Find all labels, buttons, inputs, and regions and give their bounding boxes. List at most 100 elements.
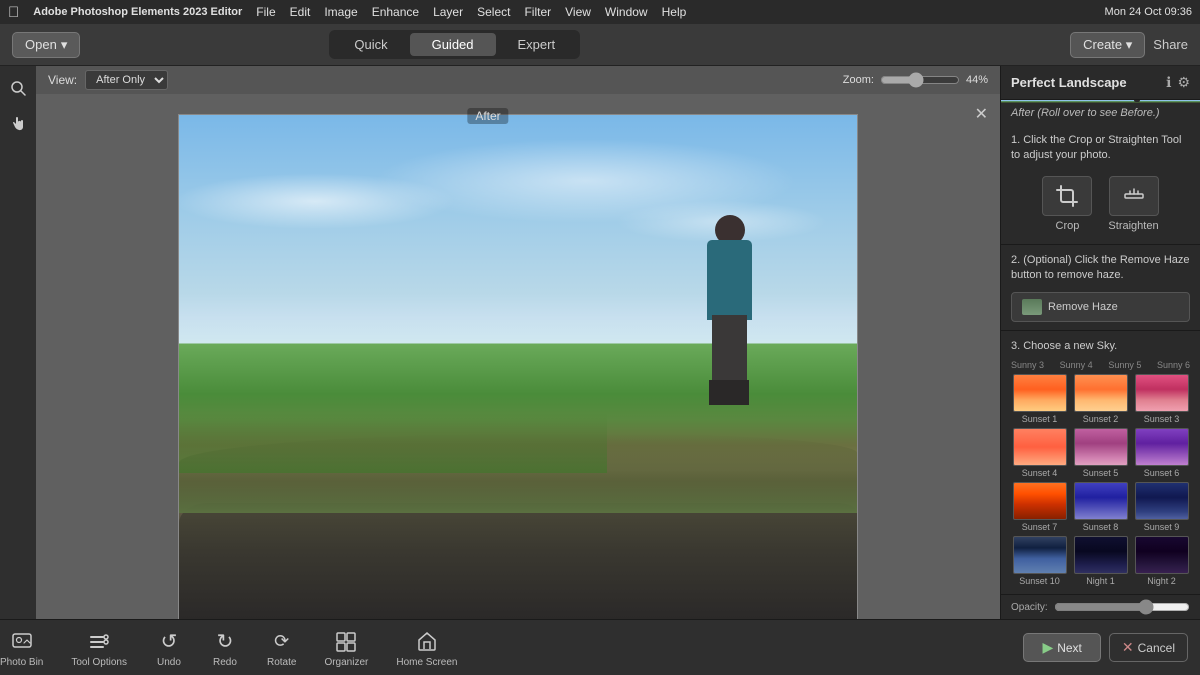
- person-legs: [709, 380, 749, 405]
- sky-grid: Sunset 1 Sunset 2 Sunset 3 Sunset 4 Suns…: [1011, 374, 1190, 586]
- toolbar: Open ▾ Quick Guided Expert Create ▾ Shar…: [0, 24, 1200, 66]
- sky-item-sunset-1[interactable]: Sunset 1: [1011, 374, 1068, 424]
- next-button[interactable]: ▶ Next: [1023, 633, 1100, 662]
- sky-item-sunset-8[interactable]: Sunset 8: [1072, 482, 1129, 532]
- undo-tool[interactable]: ↺ Undo: [155, 627, 183, 668]
- straighten-tool-button[interactable]: Straighten: [1104, 172, 1162, 236]
- panel-title: Perfect Landscape: [1011, 75, 1160, 90]
- photo-bin-tool[interactable]: Photo Bin: [0, 627, 43, 668]
- search-tool[interactable]: [4, 74, 32, 102]
- scroll-label-1: Sunny 3: [1011, 360, 1044, 370]
- tab-guided[interactable]: Guided: [410, 33, 496, 56]
- sky-item-night-2[interactable]: Night 2: [1133, 536, 1190, 586]
- tool-options-icon: [85, 627, 113, 655]
- close-button[interactable]: ✕: [975, 104, 988, 124]
- step2-text: 2. (Optional) Click the Remove Haze butt…: [1011, 253, 1190, 284]
- undo-label: Undo: [157, 657, 181, 668]
- menu-file[interactable]: File: [256, 5, 275, 19]
- sky-item-label: Sunset 9: [1144, 522, 1180, 532]
- sky-thumb: [1135, 428, 1189, 466]
- tab-expert[interactable]: Expert: [496, 33, 578, 56]
- cancel-icon: ✕: [1122, 639, 1134, 656]
- sky-item-label: Sunset 4: [1022, 468, 1058, 478]
- menu-filter[interactable]: Filter: [524, 5, 551, 19]
- menu-layer[interactable]: Layer: [433, 5, 463, 19]
- tool-options-label: Tool Options: [71, 657, 127, 668]
- sky-item-sunset-6[interactable]: Sunset 6: [1133, 428, 1190, 478]
- crop-tool-button[interactable]: Crop: [1038, 172, 1096, 236]
- sky-item-label: Sunset 2: [1083, 414, 1119, 424]
- apple-icon: : [8, 4, 19, 21]
- mode-tabs: Quick Guided Expert: [329, 30, 580, 59]
- home-screen-label: Home Screen: [396, 657, 457, 668]
- sky-item-sunset-9[interactable]: Sunset 9: [1133, 482, 1190, 532]
- haze-icon: [1022, 299, 1042, 315]
- opacity-row: Opacity:: [1001, 595, 1200, 619]
- app-name: Adobe Photoshop Elements 2023 Editor: [33, 6, 242, 18]
- green-fields: [179, 413, 607, 473]
- sky-item-label: Sunset 10: [1019, 576, 1060, 586]
- tool-options-tool[interactable]: Tool Options: [71, 627, 127, 668]
- sky-item-sunset-2[interactable]: Sunset 2: [1072, 374, 1129, 424]
- datetime-display: Mon 24 Oct 09:36: [1105, 6, 1192, 18]
- straighten-label: Straighten: [1108, 220, 1158, 232]
- action-buttons: ▶ Next ✕ Cancel: [1023, 633, 1200, 662]
- menu-image[interactable]: Image: [324, 5, 357, 19]
- canvas-header: View: After Only Zoom: 44%: [36, 66, 1000, 94]
- menu-edit[interactable]: Edit: [290, 5, 311, 19]
- scroll-label-4: Sunny 6: [1157, 360, 1190, 370]
- zoom-value: 44%: [966, 74, 988, 86]
- sky-item-sunset-5[interactable]: Sunset 5: [1072, 428, 1129, 478]
- menu-view[interactable]: View: [565, 5, 591, 19]
- photo-label: After: [467, 108, 508, 124]
- hand-tool[interactable]: [4, 110, 32, 138]
- bottom-bar: Photo Bin Tool Options ↺ Undo ↻ Redo ⟳ R…: [0, 619, 1200, 675]
- menu-select[interactable]: Select: [477, 5, 510, 19]
- step3-section: 3. Choose a new Sky. Sunny 3 Sunny 4 Sun…: [1001, 331, 1200, 595]
- info-icon[interactable]: ℹ: [1166, 74, 1171, 91]
- zoom-slider[interactable]: [880, 72, 960, 88]
- person-pants: [712, 315, 747, 385]
- create-button[interactable]: Create ▾: [1070, 32, 1145, 58]
- step2-section: 2. (Optional) Click the Remove Haze butt…: [1001, 245, 1200, 331]
- left-toolbar: [0, 66, 36, 619]
- organizer-icon: [332, 627, 360, 655]
- sky-thumb: [1013, 536, 1067, 574]
- view-dropdown[interactable]: After Only: [85, 70, 168, 90]
- panel-header: Perfect Landscape ℹ ⚙: [1001, 66, 1200, 100]
- cancel-button[interactable]: ✕ Cancel: [1109, 633, 1188, 662]
- sky-item-label: Night 2: [1147, 576, 1176, 586]
- sky-item-label: Sunset 8: [1083, 522, 1119, 532]
- sky-item-sunset-4[interactable]: Sunset 4: [1011, 428, 1068, 478]
- sky-item-label: Sunset 1: [1022, 414, 1058, 424]
- sky-item-night-1[interactable]: Night 1: [1072, 536, 1129, 586]
- menu-enhance[interactable]: Enhance: [372, 5, 419, 19]
- rotate-icon: ⟳: [268, 627, 296, 655]
- sky-item-label: Sunset 5: [1083, 468, 1119, 478]
- step1-section: 1. Click the Crop or Straighten Tool to …: [1001, 125, 1200, 245]
- tab-quick[interactable]: Quick: [332, 33, 409, 56]
- right-panel: Perfect Landscape ℹ ⚙ After (Roll over t…: [1000, 66, 1200, 619]
- open-button[interactable]: Open ▾: [12, 32, 80, 58]
- sky-item-sunset-10[interactable]: Sunset 10: [1011, 536, 1068, 586]
- home-screen-tool[interactable]: Home Screen: [396, 627, 457, 668]
- crop-label: Crop: [1056, 220, 1080, 232]
- step1-text: 1. Click the Crop or Straighten Tool to …: [1011, 133, 1190, 164]
- menu-window[interactable]: Window: [605, 5, 648, 19]
- redo-tool[interactable]: ↻ Redo: [211, 627, 239, 668]
- sky-item-sunset-3[interactable]: Sunset 3: [1133, 374, 1190, 424]
- share-button[interactable]: Share: [1153, 37, 1188, 52]
- organizer-tool[interactable]: Organizer: [324, 627, 368, 668]
- sky-item-label: Sunset 7: [1022, 522, 1058, 532]
- opacity-slider[interactable]: [1054, 599, 1190, 615]
- home-icon: [413, 627, 441, 655]
- sky-thumb: [1013, 482, 1067, 520]
- person-jacket: [707, 240, 752, 320]
- remove-haze-button[interactable]: Remove Haze: [1011, 292, 1190, 322]
- menu-help[interactable]: Help: [662, 5, 687, 19]
- tool-buttons-row: Crop Straighten: [1011, 172, 1190, 236]
- sky-thumb: [1074, 482, 1128, 520]
- sky-item-sunset-7[interactable]: Sunset 7: [1011, 482, 1068, 532]
- rotate-tool[interactable]: ⟳ Rotate: [267, 627, 296, 668]
- settings-icon[interactable]: ⚙: [1177, 74, 1190, 91]
